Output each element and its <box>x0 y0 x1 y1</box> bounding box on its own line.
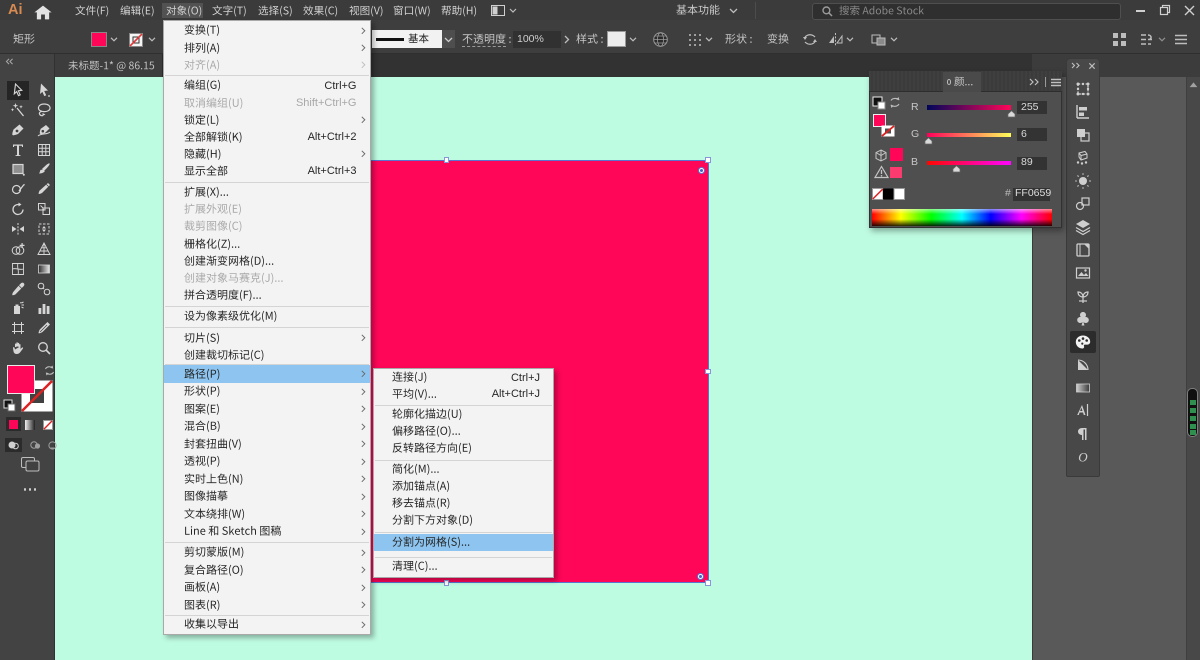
svg-text:O: O <box>1078 450 1088 465</box>
